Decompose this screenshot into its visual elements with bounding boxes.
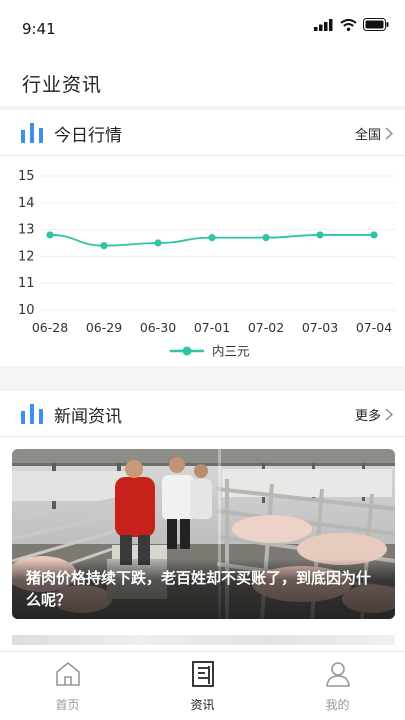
x-tick-label: 07-04 <box>356 320 392 335</box>
bar-chart-icon <box>21 123 43 143</box>
legend-label: 内三元 <box>212 344 250 359</box>
tab-news[interactable]: 资讯 <box>135 652 270 720</box>
y-tick-label: 12 <box>18 249 35 264</box>
x-tick-label: 07-02 <box>248 320 284 335</box>
data-point <box>316 231 324 239</box>
page-header: 行业资讯 <box>0 58 405 106</box>
x-tick-label: 07-01 <box>194 320 230 335</box>
market-card: 今日行情 全国 10 11 12 13 14 15 06-28 06-29 06-30 07-01… <box>0 110 405 366</box>
news-card-header: 新闻资讯 更多 <box>0 391 405 437</box>
status-bar: 9:41 <box>0 0 405 58</box>
news-title: 新闻资讯 <box>54 407 122 427</box>
market-card-header: 今日行情 全国 <box>0 110 405 156</box>
data-point <box>100 242 108 250</box>
status-time: 9:41 <box>22 20 56 38</box>
bar-chart-icon <box>21 404 43 424</box>
data-point <box>208 234 216 242</box>
news-more-link[interactable]: 更多 <box>355 405 393 424</box>
status-icons <box>314 18 389 31</box>
price-line-chart: 10 11 12 13 14 15 06-28 06-29 06-30 07-01 07-02 07-… <box>18 169 395 359</box>
x-tick-label: 06-28 <box>32 320 68 335</box>
region-label: 全国 <box>354 128 381 143</box>
market-title: 今日行情 <box>54 126 122 146</box>
y-tick-label: 13 <box>18 223 35 238</box>
region-selector[interactable]: 全国 <box>355 124 393 143</box>
legend-marker <box>182 346 192 356</box>
x-tick-label: 07-03 <box>302 320 338 335</box>
next-news-preview <box>12 635 395 645</box>
data-point <box>262 234 270 242</box>
tab-profile-label: 我的 <box>325 698 350 712</box>
tab-home[interactable]: 首页 <box>0 652 135 720</box>
tab-home-label: 首页 <box>55 698 80 712</box>
chevron-right-icon <box>385 408 393 421</box>
data-point <box>154 239 162 247</box>
y-tick-label: 15 <box>18 169 35 184</box>
chevron-right-icon <box>385 127 393 140</box>
battery-icon <box>363 18 389 31</box>
y-tick-label: 11 <box>18 276 35 291</box>
bottom-tab-bar: 首页 资讯 我的 <box>0 651 405 720</box>
data-point <box>370 231 378 239</box>
news-headline: 猪肉价格持续下跌，老百姓却不买账了，到底因为什么呢？ <box>12 559 395 619</box>
wifi-icon <box>340 18 357 31</box>
data-point <box>46 231 54 239</box>
news-headline-card[interactable]: 猪肉价格持续下跌，老百姓却不买账了，到底因为什么呢？ <box>12 449 395 619</box>
x-tick-label: 06-29 <box>86 320 122 335</box>
signal-icon <box>314 18 333 31</box>
page-title: 行业资讯 <box>22 74 103 96</box>
x-tick-label: 06-30 <box>140 320 176 335</box>
news-icon <box>191 661 214 687</box>
y-tick-label: 10 <box>18 303 35 318</box>
profile-icon <box>325 662 350 687</box>
news-card: 新闻资讯 更多 猪肉价格持续下跌，老百姓却不买账了，到底因为什么呢？ <box>0 391 405 651</box>
news-more-label: 更多 <box>354 409 381 424</box>
home-icon <box>55 662 80 686</box>
tab-news-label: 资讯 <box>190 698 215 712</box>
price-chart: 10 11 12 13 14 15 06-28 06-29 06-30 07-01 07-02 07-… <box>0 156 405 366</box>
tab-profile[interactable]: 我的 <box>270 652 405 720</box>
y-tick-label: 14 <box>18 196 35 211</box>
